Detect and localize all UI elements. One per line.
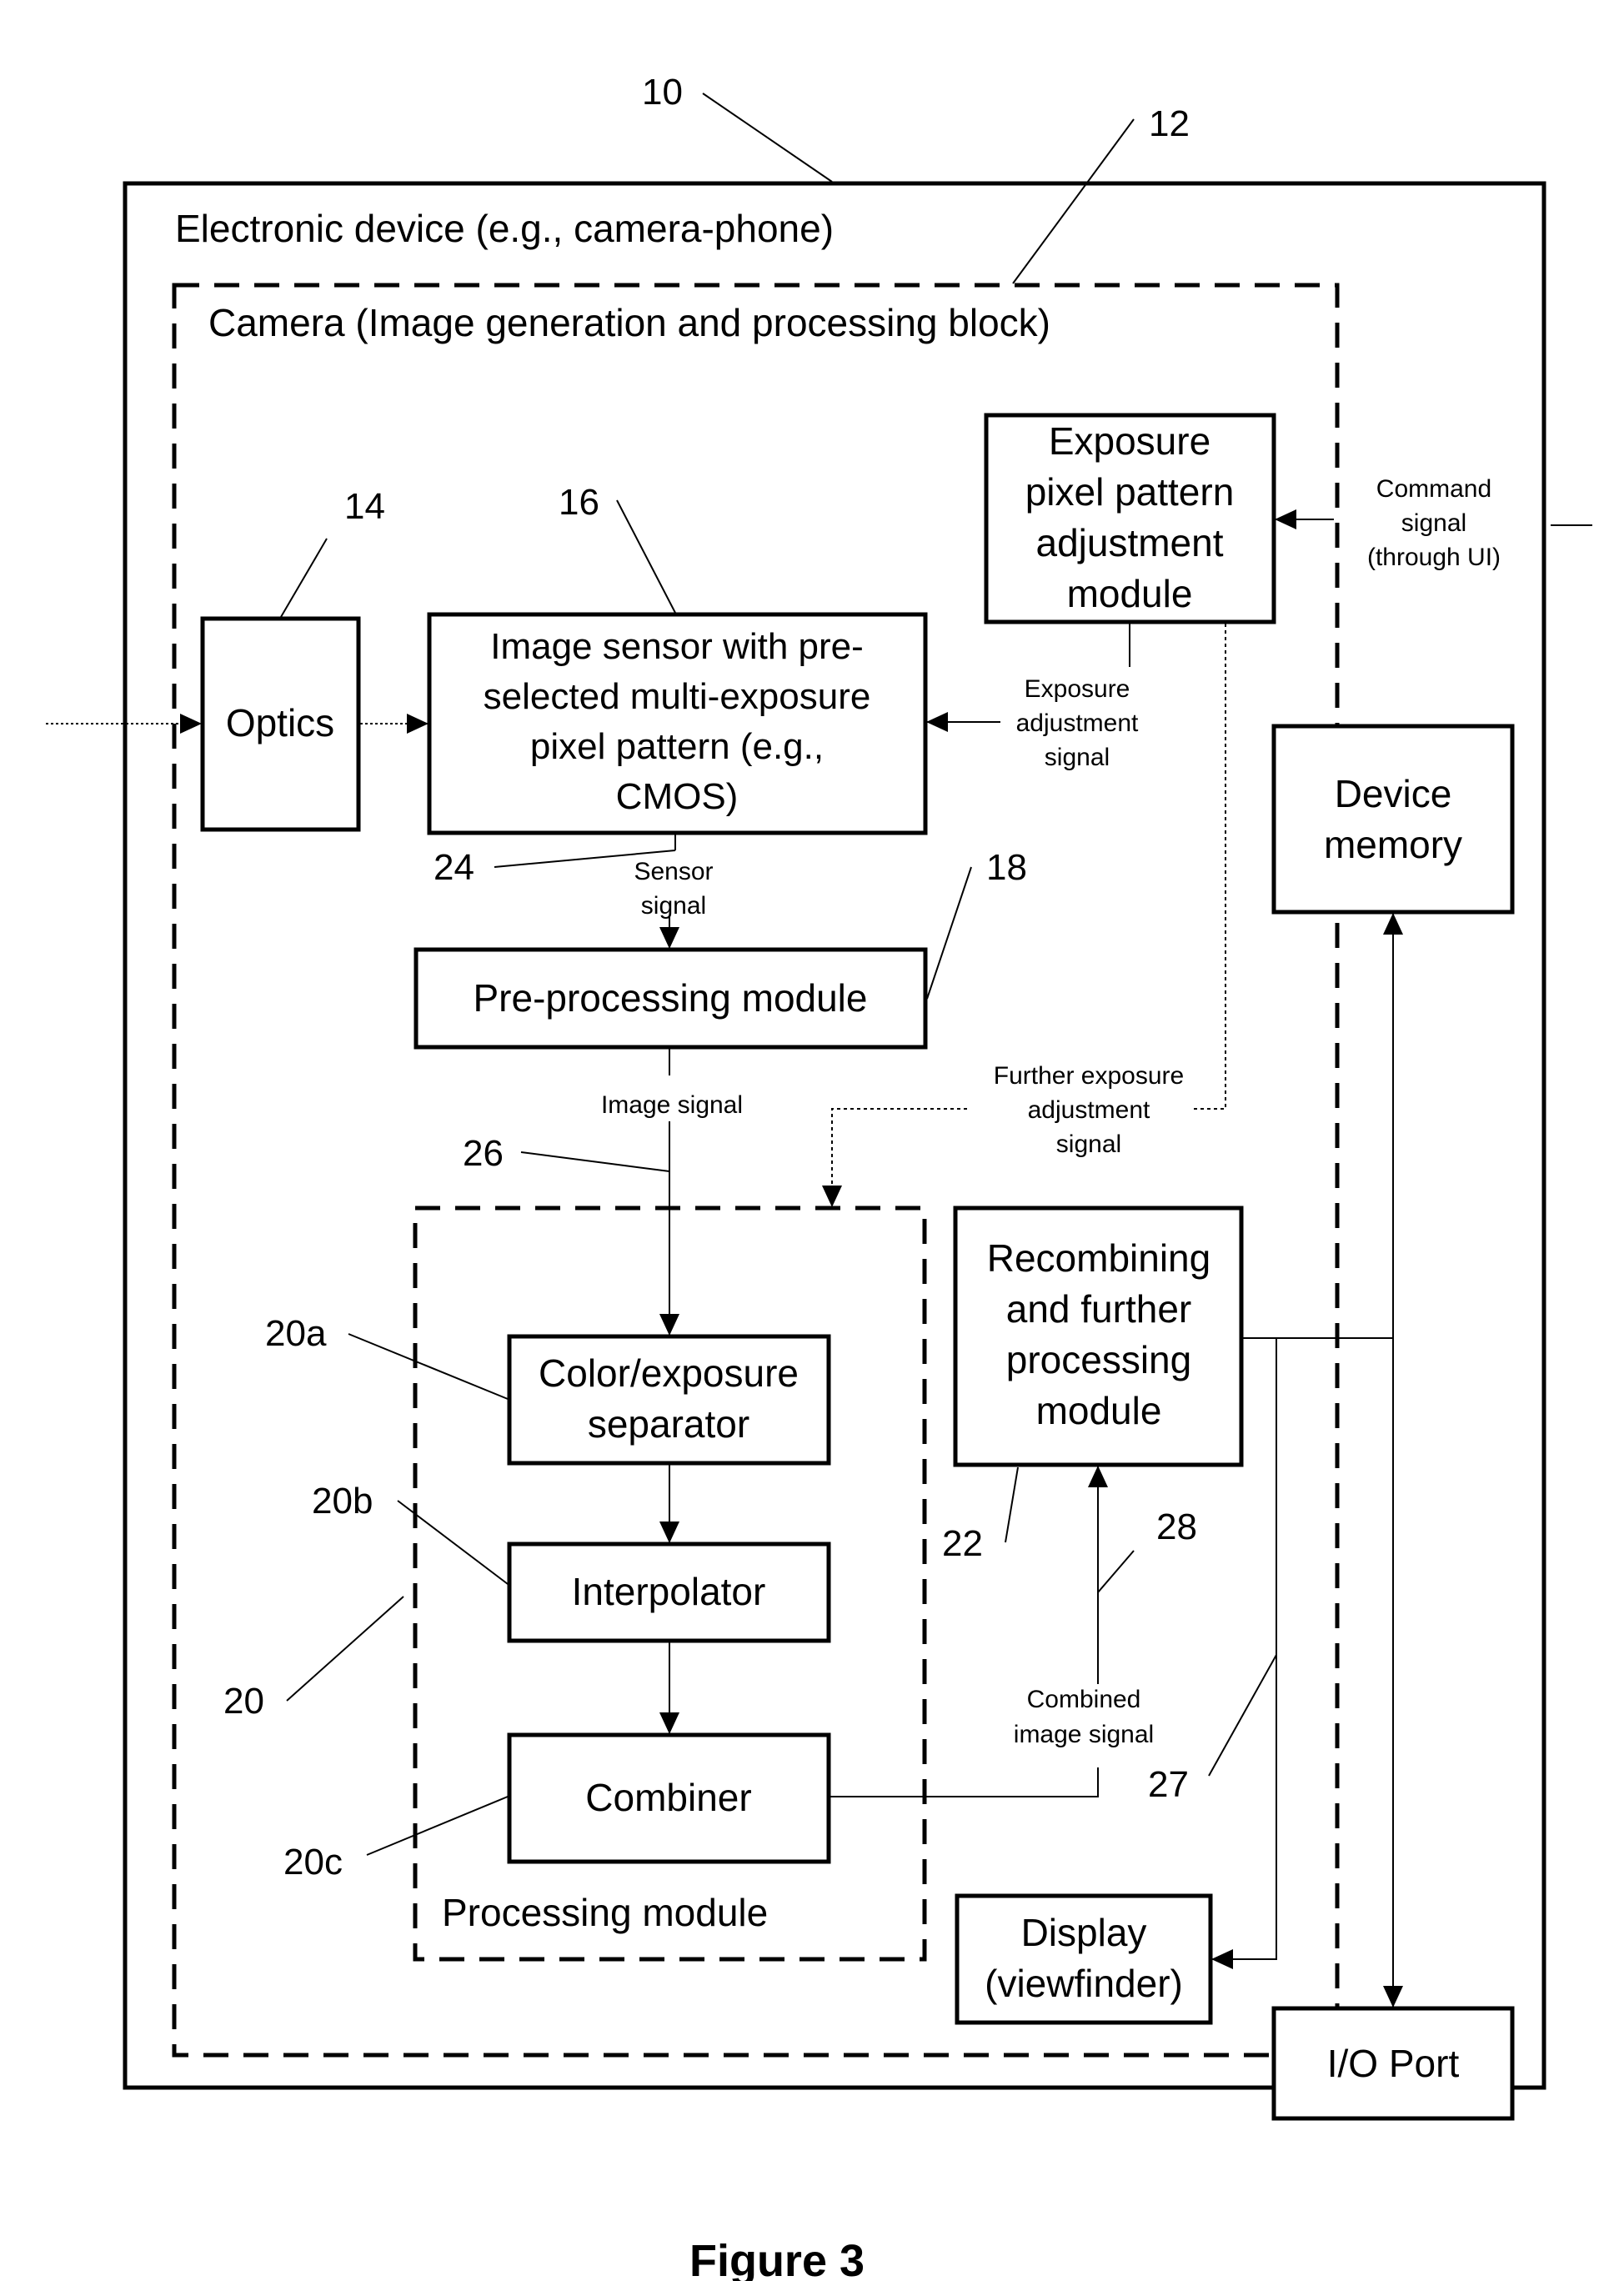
ref-22: 22 [942, 1523, 983, 1564]
image-signal-label: Image signal [601, 1091, 743, 1119]
svg-text:image signal: image signal [1014, 1721, 1154, 1748]
svg-text:Image sensor with pre-: Image sensor with pre- [490, 626, 864, 667]
combined-signal-label: Combined image signal [1014, 1686, 1154, 1748]
svg-text:signal: signal [641, 892, 706, 920]
exposure-adj-signal-label: Exposure adjustment signal [1016, 675, 1139, 771]
leader-20a [348, 1333, 509, 1400]
sensor-signal-label: Sensor signal [634, 858, 713, 920]
svg-text:Recombining: Recombining [987, 1236, 1210, 1280]
svg-text:Display: Display [1021, 1911, 1147, 1954]
processing-label: Processing module [442, 1891, 768, 1934]
svg-text:Device: Device [1335, 772, 1452, 815]
ref-10: 10 [642, 72, 683, 113]
leader-16 [616, 499, 676, 614]
leader-12 [1012, 118, 1135, 284]
ref-14: 14 [344, 486, 385, 527]
svg-text:Combined: Combined [1027, 1686, 1141, 1713]
ref-20: 20 [223, 1681, 264, 1722]
svg-text:(through UI): (through UI) [1367, 544, 1501, 571]
ref-20b: 20b [312, 1481, 373, 1522]
further-exposure-line [1192, 624, 1226, 1110]
svg-text:Exposure: Exposure [1049, 419, 1210, 463]
svg-text:and further: and further [1006, 1287, 1191, 1331]
leader-27 [1208, 1654, 1277, 1777]
figure-caption: Figure 3 [689, 2236, 865, 2281]
leader-10 [702, 93, 833, 183]
device-memory-box [1271, 724, 1515, 915]
ref-16: 16 [559, 482, 599, 523]
svg-text:processing: processing [1006, 1338, 1191, 1381]
svg-text:Further exposure: Further exposure [994, 1062, 1184, 1090]
leader-14 [280, 538, 328, 618]
svg-text:adjustment: adjustment [1028, 1096, 1150, 1124]
leader-20 [286, 1596, 404, 1702]
svg-text:signal: signal [1045, 744, 1110, 771]
svg-text:pixel pattern (e.g.,: pixel pattern (e.g., [530, 726, 824, 767]
ref-20a: 20a [265, 1313, 327, 1354]
ref-20c: 20c [283, 1842, 343, 1882]
svg-text:module: module [1067, 572, 1193, 615]
svg-text:signal: signal [1056, 1130, 1121, 1158]
leader-22 [1005, 1466, 1019, 1543]
svg-text:CMOS): CMOS) [616, 776, 739, 817]
svg-text:selected multi-exposure: selected multi-exposure [484, 676, 871, 717]
interpolator-label: Interpolator [572, 1570, 766, 1613]
command-signal-label: Command signal (through UI) [1367, 475, 1501, 571]
further-exposure-arrow [822, 1108, 967, 1207]
ref-18: 18 [986, 847, 1027, 888]
leader-28 [1097, 1550, 1135, 1593]
svg-text:adjustment: adjustment [1016, 709, 1139, 737]
svg-text:module: module [1036, 1389, 1162, 1432]
block-diagram: Electronic device (e.g., camera-phone) C… [46, 72, 1592, 2281]
svg-text:Sensor: Sensor [634, 858, 713, 885]
svg-text:(viewfinder): (viewfinder) [985, 1962, 1183, 2005]
svg-text:signal: signal [1401, 509, 1466, 537]
svg-text:Command: Command [1376, 475, 1491, 503]
ref-26: 26 [463, 1133, 504, 1174]
svg-text:Color/exposure: Color/exposure [539, 1351, 799, 1395]
optics-label: Optics [226, 701, 334, 744]
svg-text:Exposure: Exposure [1025, 675, 1130, 703]
ref-28: 28 [1156, 1506, 1197, 1547]
svg-text:memory: memory [1324, 823, 1462, 866]
leader-20b [397, 1500, 509, 1585]
leader-26 [520, 1151, 670, 1172]
ref-12: 12 [1149, 103, 1190, 144]
svg-text:adjustment: adjustment [1035, 521, 1223, 564]
svg-text:separator: separator [588, 1402, 749, 1446]
ref-27: 27 [1148, 1764, 1189, 1805]
camera-label: Camera (Image generation and processing … [208, 301, 1050, 344]
further-exposure-label: Further exposure adjustment signal [994, 1062, 1184, 1158]
combiner-label: Combiner [585, 1776, 751, 1819]
ref-24: 24 [434, 847, 474, 888]
io-port-label: I/O Port [1327, 2042, 1460, 2085]
leader-18 [926, 866, 972, 1000]
preprocessing-label: Pre-processing module [473, 976, 867, 1020]
combined-signal-line [830, 1767, 1099, 1797]
svg-text:pixel pattern: pixel pattern [1025, 470, 1235, 514]
device-label: Electronic device (e.g., camera-phone) [175, 207, 834, 250]
device-box [123, 181, 1546, 2090]
leader-20c [366, 1796, 509, 1856]
